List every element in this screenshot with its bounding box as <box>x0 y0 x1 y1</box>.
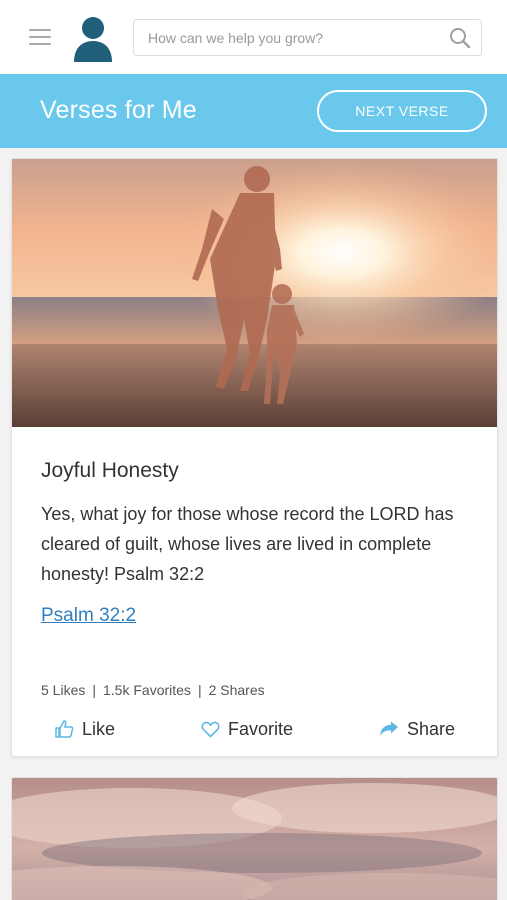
page-title: Verses for Me <box>40 96 197 124</box>
verse-actions: Like Favorite Share <box>12 714 497 744</box>
hamburger-menu-icon[interactable] <box>29 29 51 46</box>
shares-count: 2 Shares <box>208 682 265 698</box>
heart-icon <box>201 721 220 737</box>
search-input[interactable] <box>148 20 438 55</box>
favorite-label: Favorite <box>228 718 294 739</box>
stats-separator: | <box>92 682 96 698</box>
share-arrow-icon <box>380 721 398 736</box>
user-avatar-icon[interactable] <box>71 16 115 62</box>
search-icon[interactable] <box>449 27 471 49</box>
like-button[interactable]: Like <box>54 714 115 744</box>
share-label: Share <box>407 718 456 739</box>
next-verse-button[interactable]: NEXT VERSE <box>317 90 487 132</box>
verse-card: Joyful Honesty Yes, what joy for those w… <box>11 158 498 757</box>
share-button[interactable]: Share <box>379 714 455 744</box>
verses-banner: Verses for Me NEXT VERSE <box>0 74 507 148</box>
cloudy-sky-photo <box>12 778 497 900</box>
verse-stats: 5 Likes | 1.5k Favorites | 2 Shares <box>41 682 265 698</box>
top-bar <box>0 0 507 74</box>
verse-card-next <box>11 777 498 900</box>
likes-count: 5 Likes <box>41 682 86 698</box>
like-label: Like <box>82 718 116 739</box>
search-box <box>133 19 482 56</box>
favorites-count: 1.5k Favorites <box>103 682 191 698</box>
favorite-button[interactable]: Favorite <box>201 714 293 744</box>
thumbs-up-icon <box>55 720 74 738</box>
verse-text: Yes, what joy for those whose record the… <box>41 504 454 584</box>
stats-separator: | <box>197 682 202 698</box>
sunset-beach-photo <box>12 159 497 427</box>
verse-reference-link[interactable]: Psalm 32:2 <box>41 605 136 627</box>
verse-title: Joyful Honesty <box>41 459 179 482</box>
